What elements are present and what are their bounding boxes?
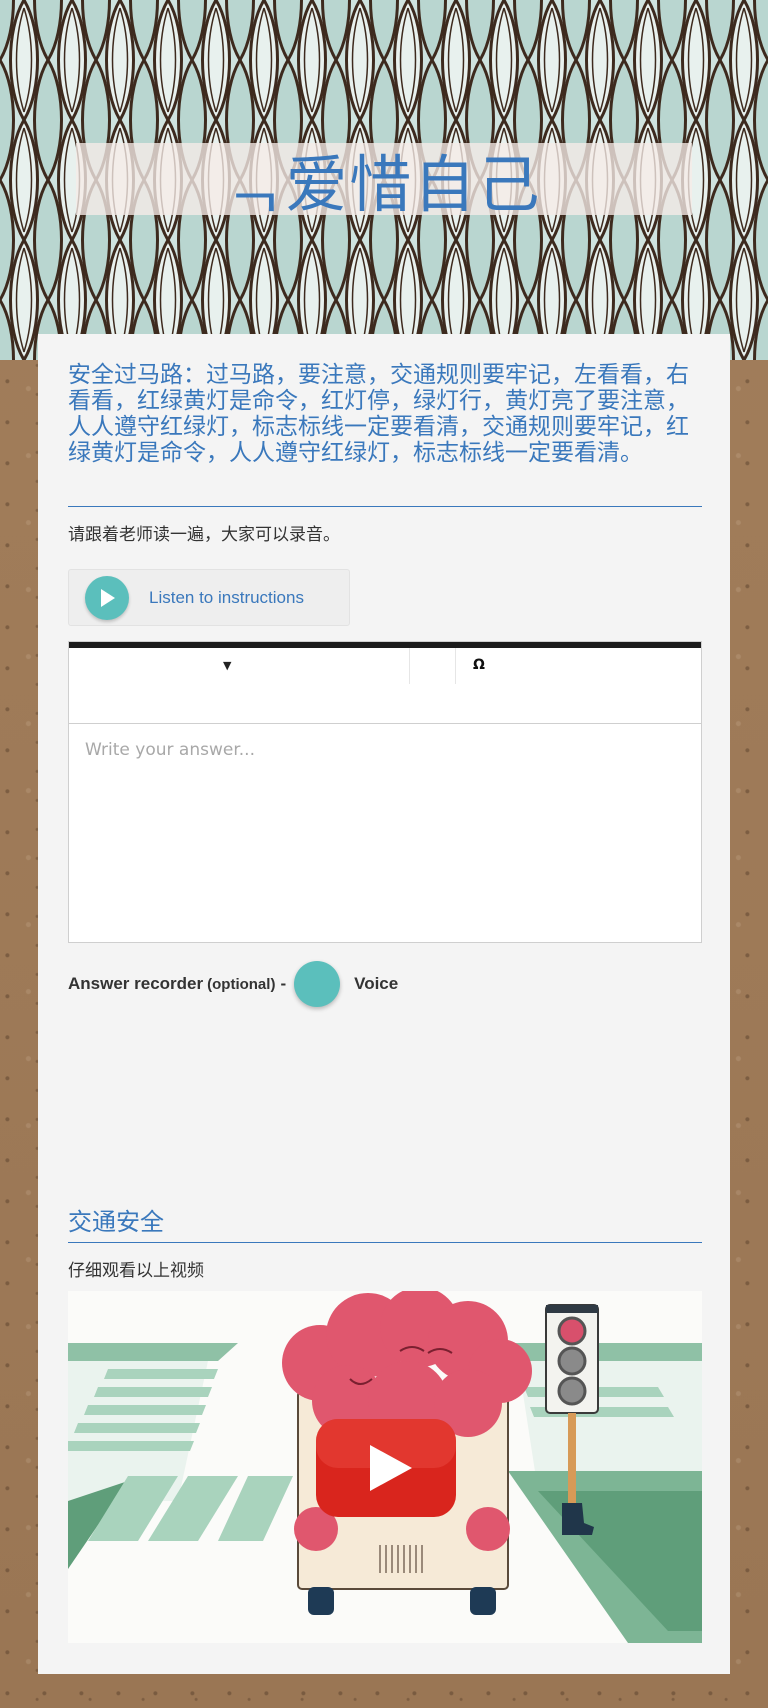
toolbar-divider	[409, 648, 410, 684]
question-1-title: 安全过马路：过马路，要注意，交通规则要牢记，左看看，右看看，红绿黄灯是命令，红灯…	[68, 362, 689, 466]
youtube-play-icon[interactable]	[316, 1419, 456, 1517]
format-dropdown-caret-icon[interactable]: ▼	[223, 659, 231, 672]
page-title: ᆨ爱惜自己	[226, 148, 542, 221]
question-2-description: 仔细观看以上视频	[68, 1261, 204, 1281]
worksheet-card: 安全过马路：过马路，要注意，交通规则要牢记，左看看，右看看，红绿黄灯是命令，红灯…	[38, 334, 730, 1674]
play-icon	[85, 575, 129, 620]
answer-recorder-label: Answer recorder	[68, 974, 204, 993]
question-2-divider	[68, 1242, 702, 1243]
record-voice-button[interactable]	[294, 961, 341, 1007]
question-1-divider	[68, 506, 702, 507]
header-banner: ᆨ爱惜自己	[0, 0, 768, 360]
listen-instructions-button[interactable]: Listen to instructions	[68, 569, 350, 626]
question-2-title: 交通安全	[68, 1208, 164, 1236]
answer-input[interactable]	[69, 724, 701, 936]
editor-toolbar: ▼ Ω	[69, 642, 701, 724]
video-player[interactable]	[68, 1291, 702, 1643]
question-1-description: 请跟着老师读一遍，大家可以录音。	[68, 525, 340, 545]
title-box: ᆨ爱惜自己	[76, 143, 692, 221]
answer-editor: ▼ Ω	[68, 641, 702, 943]
video-thumbnail	[68, 1291, 702, 1643]
answer-recorder: Answer recorder (optional) - Voice	[68, 961, 398, 1007]
listen-instructions-label: Listen to instructions	[149, 587, 304, 607]
special-characters-button[interactable]: Ω	[473, 657, 485, 673]
answer-recorder-dash: -	[280, 974, 287, 993]
toolbar-divider	[455, 648, 456, 684]
voice-label: Voice	[354, 974, 399, 993]
answer-recorder-optional: (optional)	[207, 975, 276, 993]
